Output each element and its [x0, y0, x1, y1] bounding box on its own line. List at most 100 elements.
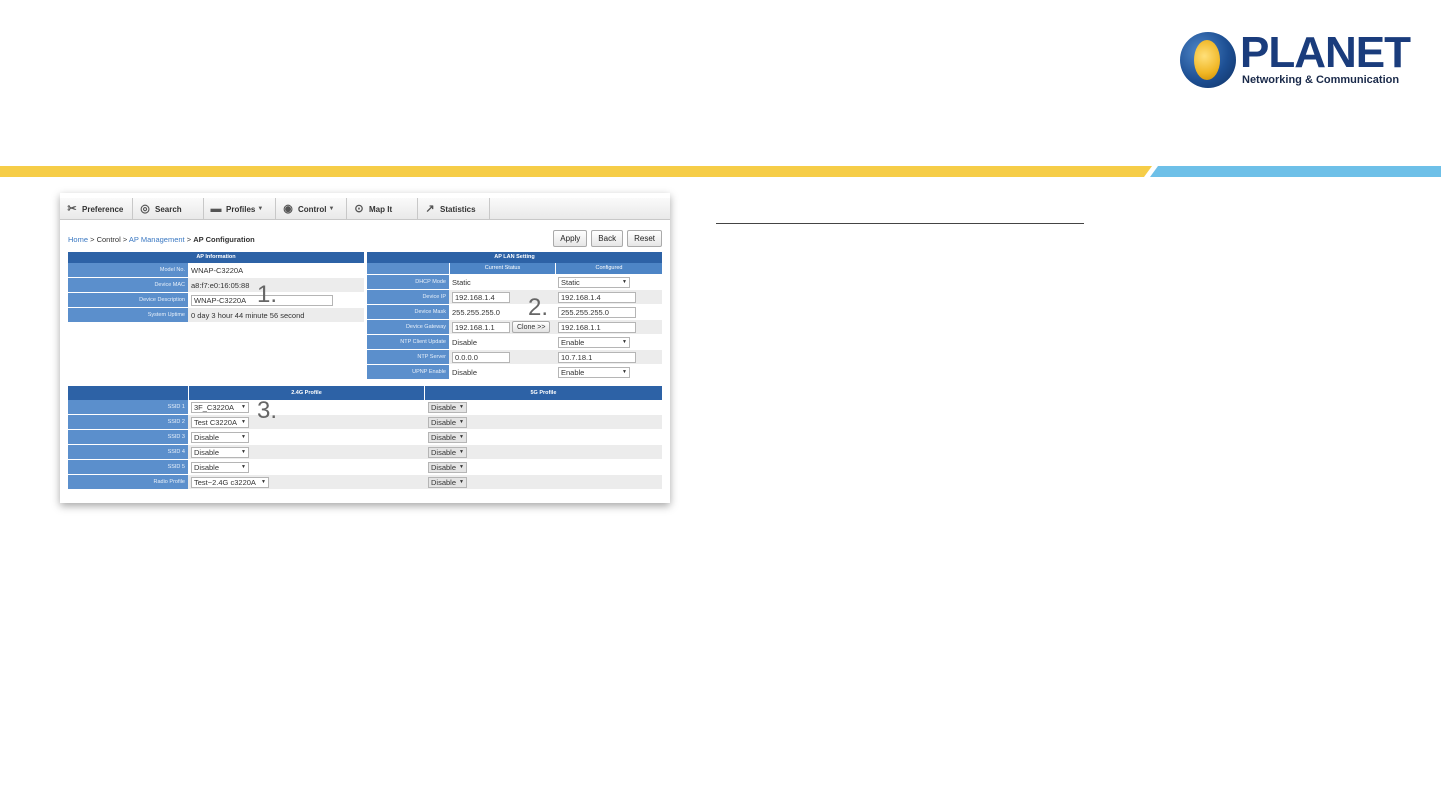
nav-statistics[interactable]: ↗ Statistics — [418, 198, 490, 220]
ssid4-5g-select[interactable]: Disable ▼ — [428, 446, 467, 458]
row-label: DHCP Mode — [367, 275, 449, 289]
radio-profile-5g-select[interactable]: Disable ▼ — [428, 476, 467, 488]
select-value: 3F_C3220A — [194, 402, 235, 412]
device-mask-input[interactable]: 255.255.255.0 — [558, 306, 636, 318]
row-label: Device Mask — [367, 305, 449, 319]
nav-preference[interactable]: ✂ Preference — [60, 198, 133, 220]
config-cell: Enable ▼ — [555, 365, 662, 379]
device-ip-input[interactable]: 192.168.1.4 — [558, 291, 636, 303]
select-value: Test C3220A — [194, 417, 237, 427]
table-row: Radio Profile Test~2.4G c3220A ▼ Disable ▼ — [68, 475, 662, 490]
nav-profiles[interactable]: ▬ Profiles ▼ — [204, 198, 276, 220]
current-cell: 192.168.1.1 Clone >> — [449, 320, 555, 334]
row-label: NTP Client Update — [367, 335, 449, 349]
p24-cell: 3F_C3220A ▼ — [188, 400, 425, 414]
ssid1-5g-select[interactable]: Disable ▼ — [428, 401, 467, 413]
chevron-down-icon: ▼ — [459, 478, 464, 485]
apply-button[interactable]: Apply — [553, 230, 588, 247]
table-row: Device Mask 255.255.255.0 255.255.255.0 — [367, 305, 662, 320]
row-label: UPNP Enable — [367, 365, 449, 379]
chevron-down-icon: ▼ — [459, 433, 464, 440]
chevron-down-icon: ▼ — [241, 403, 246, 410]
table-row: Device MAC a8:f7:e0:16:05:88 — [68, 278, 364, 293]
logo-wordmark: PLANET — [1240, 28, 1411, 77]
banner-stripe-blue — [1150, 166, 1441, 177]
ssid4-24g-select[interactable]: Disable ▼ — [191, 446, 249, 458]
device-gateway-current-input[interactable]: 192.168.1.1 — [452, 321, 510, 333]
chevron-down-icon: ▼ — [459, 463, 464, 470]
row-label: SSID 5 — [68, 460, 188, 474]
p5-cell: Disable ▼ — [425, 445, 662, 459]
row-label: SSID 2 — [68, 415, 188, 429]
current-value: Static — [449, 275, 555, 289]
select-value: Disable — [431, 477, 457, 487]
chevron-down-icon: ▼ — [241, 418, 246, 425]
step-marker-1: 1. — [257, 281, 278, 308]
config-cell: 192.168.1.1 — [555, 320, 662, 334]
radio-profile-24g-select[interactable]: Test~2.4G c3220A ▼ — [191, 476, 269, 488]
reset-button[interactable]: Reset — [627, 230, 662, 247]
nav-control[interactable]: ◉ Control ▼ — [276, 198, 347, 220]
chart-arrow-icon: ↗ — [425, 203, 435, 215]
ssid5-5g-select[interactable]: Disable ▼ — [428, 461, 467, 473]
chevron-down-icon: ▼ — [241, 448, 246, 455]
ssid3-24g-select[interactable]: Disable ▼ — [191, 431, 249, 443]
ssid3-5g-select[interactable]: Disable ▼ — [428, 431, 467, 443]
system-uptime-value: 0 day 3 hour 44 minute 56 second — [188, 308, 364, 322]
nav-search[interactable]: ◎ Search — [133, 198, 204, 220]
profile-5g-header: 5G Profile — [424, 386, 662, 400]
back-button[interactable]: Back — [591, 230, 624, 247]
ap-lan-subheader: Current Status Configured — [367, 263, 662, 275]
dhcp-mode-select[interactable]: Static ▼ — [558, 276, 630, 288]
table-row: SSID 3 Disable ▼ Disable ▼ — [68, 430, 662, 445]
breadcrumb-current: AP Configuration — [193, 235, 255, 244]
chevron-down-icon: ▼ — [241, 433, 246, 440]
chevron-down-icon: ▼ — [459, 418, 464, 425]
upnp-enable-select[interactable]: Enable ▼ — [558, 366, 630, 378]
chevron-down-icon: ▼ — [459, 448, 464, 455]
row-label: SSID 4 — [68, 445, 188, 459]
p5-cell: Disable ▼ — [425, 415, 662, 429]
select-value: Disable — [431, 462, 457, 472]
nav-label: Search — [155, 204, 182, 214]
table-row: SSID 4 Disable ▼ Disable ▼ — [68, 445, 662, 460]
nav-label: Map It — [369, 204, 393, 214]
ssid2-24g-select[interactable]: Test C3220A ▼ — [191, 416, 249, 428]
row-label: Radio Profile — [68, 475, 188, 489]
current-status-header: Current Status — [449, 263, 555, 274]
chevron-down-icon: ▼ — [622, 338, 627, 345]
chevron-down-icon: ▼ — [622, 278, 627, 285]
device-gateway-input[interactable]: 192.168.1.1 — [558, 321, 636, 333]
breadcrumb-home[interactable]: Home — [68, 235, 88, 244]
planet-logo: PLANET Networking & Communication — [1180, 30, 1411, 90]
chevron-down-icon: ▼ — [257, 206, 264, 212]
device-ip-current-input[interactable]: 192.168.1.4 — [452, 291, 510, 303]
row-label: Device IP — [367, 290, 449, 304]
select-value: Disable — [431, 432, 457, 442]
select-value: Test~2.4G c3220A — [194, 477, 256, 487]
chevron-down-icon: ▼ — [459, 403, 464, 410]
ntp-server-current-input[interactable]: 0.0.0.0 — [452, 351, 510, 363]
ssid5-24g-select[interactable]: Disable ▼ — [191, 461, 249, 473]
globe-icon: ◎ — [140, 203, 150, 215]
chevron-down-icon: ▼ — [622, 368, 627, 375]
ssid1-24g-select[interactable]: 3F_C3220A ▼ — [191, 401, 249, 413]
ssid2-5g-select[interactable]: Disable ▼ — [428, 416, 467, 428]
nav-map-it[interactable]: ⊙ Map It — [347, 198, 418, 220]
table-row: Model No. WNAP-C3220A — [68, 263, 364, 278]
current-value: Disable — [449, 335, 555, 349]
p5-cell: Disable ▼ — [425, 475, 662, 489]
ap-information-table: AP Information Model No. WNAP-C3220A Dev… — [68, 252, 364, 323]
logo-tagline: Networking & Communication — [1242, 74, 1400, 86]
table-row: NTP Client Update Disable Enable ▼ — [367, 335, 662, 350]
chevron-down-icon: ▼ — [261, 478, 266, 485]
ntp-server-input[interactable]: 10.7.18.1 — [558, 351, 636, 363]
table-row: Device IP 192.168.1.4 192.168.1.4 — [367, 290, 662, 305]
p5-cell: Disable ▼ — [425, 460, 662, 474]
clone-button[interactable]: Clone >> — [512, 321, 551, 333]
table-row: DHCP Mode Static Static ▼ — [367, 275, 662, 290]
ntp-client-update-select[interactable]: Enable ▼ — [558, 336, 630, 348]
breadcrumb-control[interactable]: Control — [97, 235, 121, 244]
config-cell: Enable ▼ — [555, 335, 662, 349]
breadcrumb-ap-management[interactable]: AP Management — [129, 235, 185, 244]
